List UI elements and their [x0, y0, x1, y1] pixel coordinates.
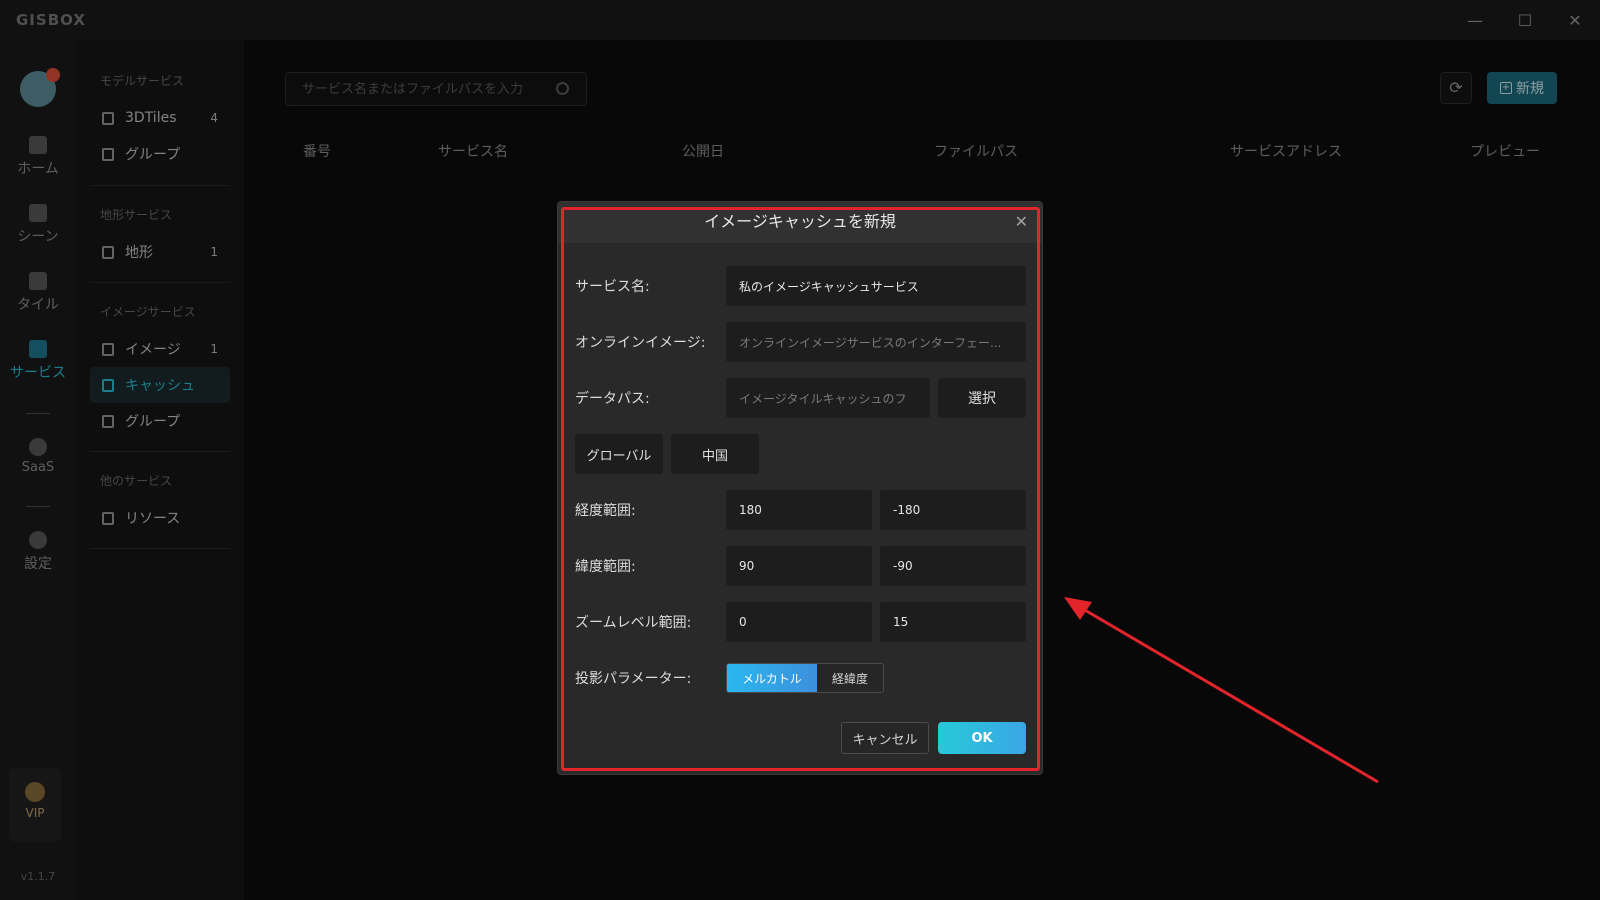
- dialog-title: イメージキャッシュを新規: [704, 212, 896, 231]
- longitude-range-label: 経度範囲:: [575, 503, 636, 519]
- latitude-max-input[interactable]: -90: [880, 546, 1026, 586]
- projection-mercator-option[interactable]: メルカトル: [727, 664, 817, 692]
- close-icon: ✕: [1014, 212, 1028, 231]
- cancel-button[interactable]: キャンセル: [841, 722, 929, 754]
- projection-label: 投影パラメーター:: [575, 671, 692, 687]
- dialog-close-button[interactable]: ✕: [1015, 212, 1028, 231]
- china-preset-button[interactable]: 中国: [671, 434, 759, 474]
- longitude-max-input[interactable]: -180: [880, 490, 1026, 530]
- dialog-header: イメージキャッシュを新規 ✕: [558, 202, 1042, 243]
- zoom-min-input[interactable]: 0: [726, 602, 872, 642]
- ok-button[interactable]: OK: [938, 722, 1026, 754]
- longitude-min-input[interactable]: 180: [726, 490, 872, 530]
- select-path-button[interactable]: 選択: [938, 378, 1026, 418]
- service-name-label: サービス名:: [575, 279, 650, 295]
- zoom-max-input[interactable]: 15: [880, 602, 1026, 642]
- service-name-input[interactable]: 私のイメージキャッシュサービス: [726, 266, 1026, 306]
- data-path-input[interactable]: イメージタイルキャッシュのフ: [726, 378, 930, 418]
- online-image-label: オンラインイメージ:: [575, 335, 706, 351]
- latitude-range-label: 緯度範囲:: [575, 559, 636, 575]
- latitude-min-input[interactable]: 90: [726, 546, 872, 586]
- projection-toggle: メルカトル 経緯度: [726, 663, 884, 693]
- online-image-input[interactable]: オンラインイメージサービスのインターフェー...: [726, 322, 1026, 362]
- data-path-label: データパス:: [575, 391, 650, 407]
- global-preset-button[interactable]: グローバル: [575, 434, 663, 474]
- projection-latlon-option[interactable]: 経緯度: [817, 664, 883, 692]
- zoom-range-label: ズームレベル範囲:: [575, 615, 692, 631]
